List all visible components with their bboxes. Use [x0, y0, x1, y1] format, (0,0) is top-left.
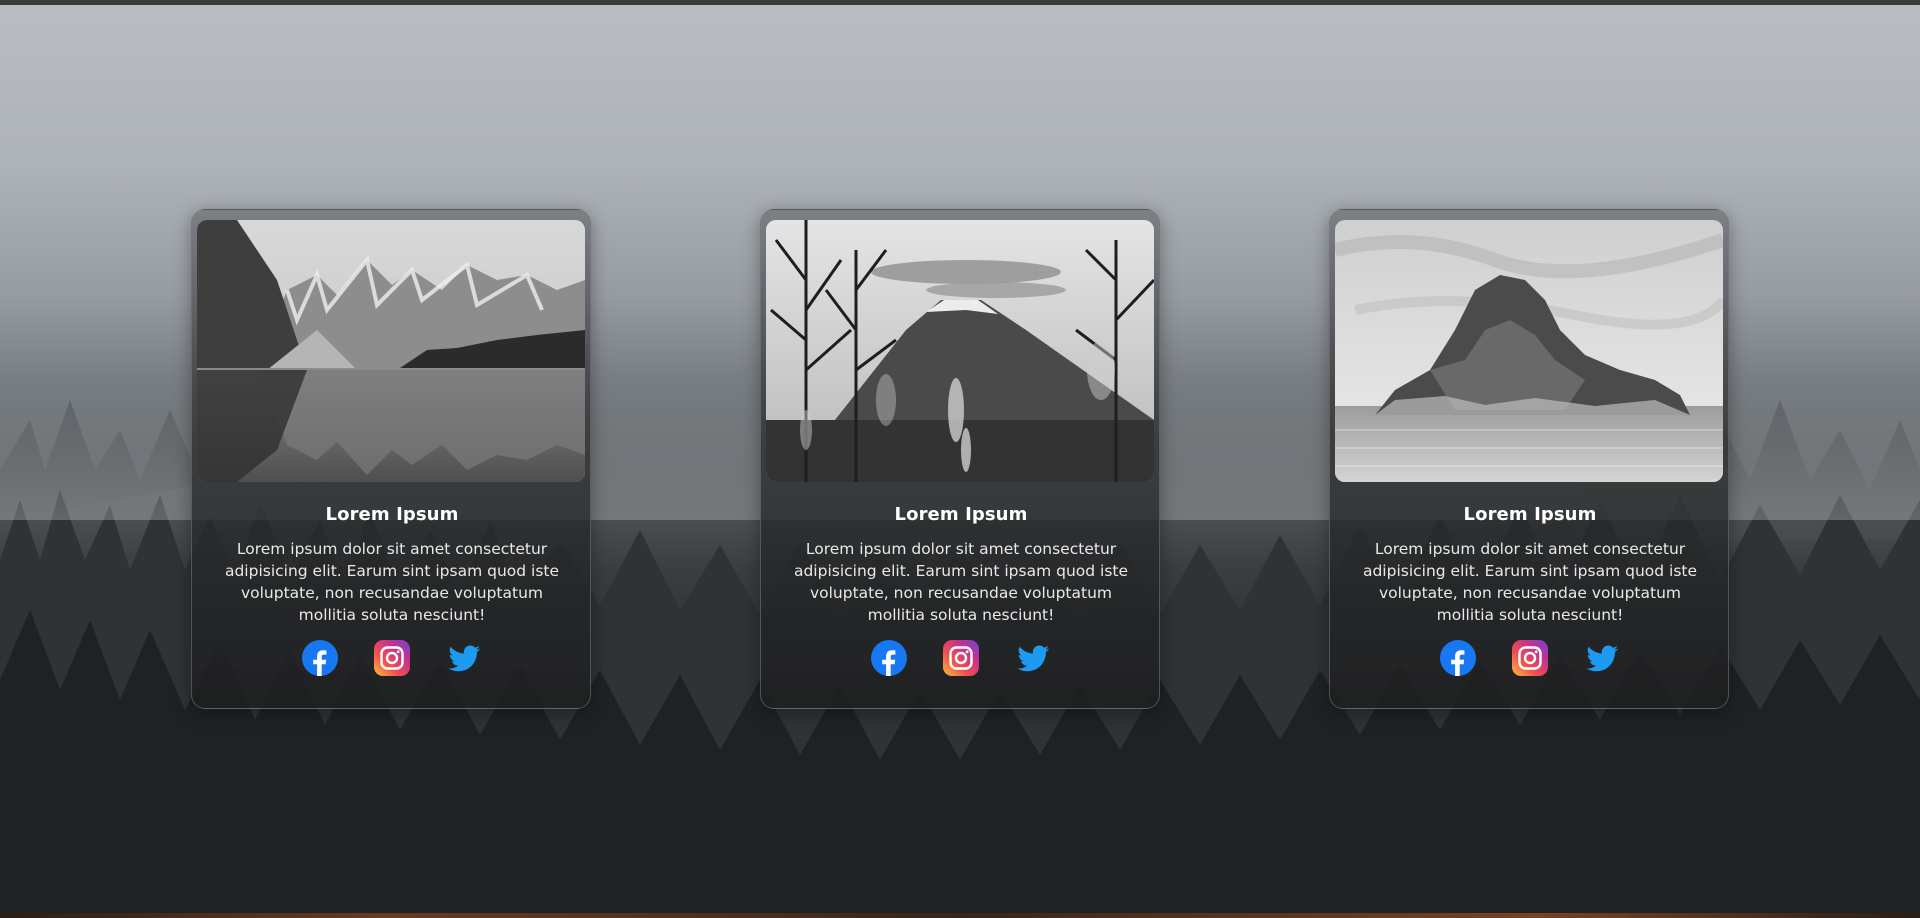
card: Lorem Ipsum Lorem ipsum dolor sit amet c…	[191, 209, 591, 709]
card-description: Lorem ipsum dolor sit amet consectetur a…	[1362, 540, 1698, 624]
card-title: Lorem Ipsum	[894, 504, 1028, 525]
rock-island-photo	[1335, 220, 1723, 482]
twitter-icon[interactable]	[1584, 640, 1620, 676]
card-title: Lorem Ipsum	[325, 504, 459, 525]
twitter-icon[interactable]	[1015, 640, 1051, 676]
rock-island-image	[1335, 220, 1723, 482]
card-title: Lorem Ipsum	[1463, 504, 1597, 525]
card-grid: Lorem Ipsum Lorem ipsum dolor sit amet c…	[0, 209, 1920, 709]
bottom-strip	[0, 913, 1920, 918]
instagram-icon[interactable]	[943, 640, 979, 676]
card-description: Lorem ipsum dolor sit amet consectetur a…	[224, 540, 560, 624]
facebook-icon[interactable]	[871, 640, 907, 676]
social-links	[761, 640, 1159, 680]
card: Lorem Ipsum Lorem ipsum dolor sit amet c…	[1329, 209, 1729, 709]
instagram-icon[interactable]	[1512, 640, 1548, 676]
mountain-lake-image	[197, 220, 585, 482]
volcano-trees-photo	[766, 220, 1154, 482]
facebook-icon[interactable]	[302, 640, 338, 676]
twitter-icon[interactable]	[446, 640, 482, 676]
social-links	[1330, 640, 1728, 680]
card-description: Lorem ipsum dolor sit amet consectetur a…	[793, 540, 1129, 624]
instagram-icon[interactable]	[374, 640, 410, 676]
volcano-trees-image	[766, 220, 1154, 482]
facebook-icon[interactable]	[1440, 640, 1476, 676]
mountain-lake-photo	[197, 220, 585, 482]
card: Lorem Ipsum Lorem ipsum dolor sit amet c…	[760, 209, 1160, 709]
social-links	[192, 640, 590, 680]
top-strip	[0, 0, 1920, 5]
